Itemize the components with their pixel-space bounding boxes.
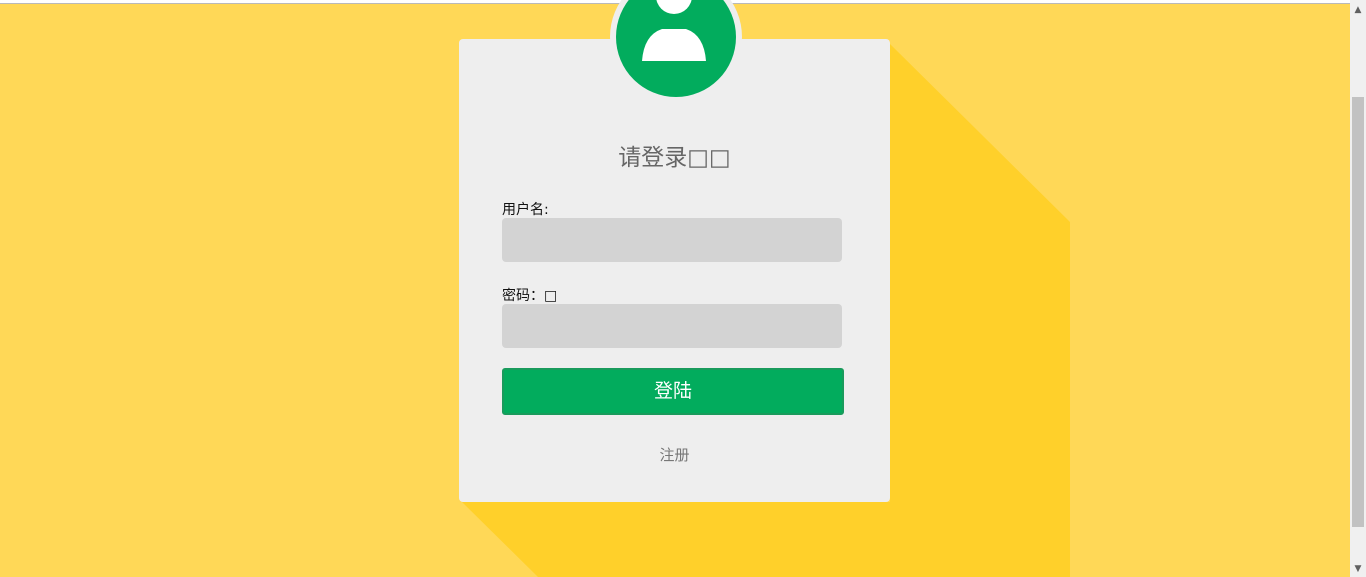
scrollbar-thumb[interactable] [1352,97,1364,527]
username-label: 用户名: [502,202,549,218]
login-title: 请登录□□ [618,145,731,171]
vertical-scrollbar[interactable]: ▲ ▼ [1350,0,1366,577]
password-input[interactable] [502,304,842,348]
password-label: 密码：□ [502,288,558,304]
register-link[interactable]: 注册 [459,444,890,465]
arrow-down-icon[interactable]: ▼ [1350,561,1366,577]
arrow-up-icon[interactable]: ▲ [1350,2,1366,18]
username-input[interactable] [502,218,842,262]
login-card [459,39,890,502]
login-button[interactable]: 登陆 [502,368,844,415]
